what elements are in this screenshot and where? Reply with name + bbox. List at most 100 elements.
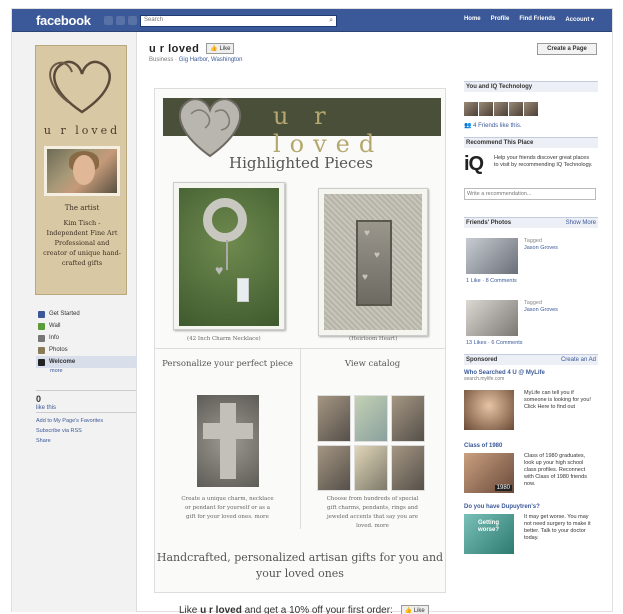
likes-label[interactable]: like this <box>36 405 136 411</box>
notifications-icon[interactable] <box>128 16 137 25</box>
sidebar-item-info[interactable]: Info <box>36 332 137 344</box>
friend-photo-image[interactable] <box>466 300 518 336</box>
ring-shape <box>203 198 247 242</box>
ad-title[interactable]: Class of 1980 <box>464 443 598 449</box>
chain-shape <box>226 240 228 270</box>
hearts-icon <box>49 60 111 114</box>
ad-class-1980[interactable]: Class of 1980 1980 Class of 1980 graduat… <box>464 443 598 499</box>
page-location[interactable]: Gig Harbor, Washington <box>179 57 243 63</box>
ad-dupuytrens[interactable]: Do you have Dupuytren's? Getting worse? … <box>464 504 598 560</box>
catalog-title[interactable]: View catalog <box>300 359 445 370</box>
heirloom-heart-photo[interactable]: ♥ ♥ ♥ <box>318 188 428 336</box>
profile-brand: u r loved <box>43 124 121 137</box>
nav-label: Photos <box>49 347 68 353</box>
nav-home[interactable]: Home <box>464 16 481 23</box>
catalog-thumb <box>354 395 388 442</box>
artist-description: Kim Tisch - Independent Fine Art Profess… <box>43 219 121 267</box>
offer-before: Like <box>179 605 201 614</box>
sidebar-item-welcome[interactable]: Welcome <box>36 356 137 368</box>
create-page-button[interactable]: Create a Page <box>537 43 597 55</box>
catalog-thumb <box>354 444 388 491</box>
share-link[interactable]: Share <box>36 436 136 446</box>
ad-text: MyLife can tell you if someone is lookin… <box>524 390 591 410</box>
create-ad-link[interactable]: Create an Ad <box>561 357 596 363</box>
friend-avatar[interactable] <box>464 102 478 116</box>
catalog-thumb <box>391 395 425 442</box>
catalog-text: Choose from hundreds of special gift cha… <box>326 496 419 529</box>
friend-photo-image[interactable] <box>466 238 518 274</box>
recommendation-input[interactable] <box>464 188 596 200</box>
recommend-box: iQ Help your friends discover great plac… <box>464 153 598 217</box>
friend-avatar[interactable] <box>494 102 508 116</box>
ad-image[interactable]: 1980 <box>464 453 514 493</box>
show-more-link[interactable]: Show More <box>566 220 596 226</box>
like-label: Like <box>413 608 425 614</box>
tagged-label: Tagged <box>524 238 543 244</box>
nav-label: Wall <box>49 323 61 329</box>
photos-icon <box>38 346 45 354</box>
caption-heirloom-heart: (Heirloom Heart) <box>349 336 398 342</box>
offer-brand: u r loved <box>200 605 242 614</box>
iq-icon <box>38 358 45 366</box>
nav-more-link[interactable]: more <box>36 368 137 377</box>
nav-find-friends[interactable]: Find Friends <box>519 16 555 23</box>
personalize-title[interactable]: Personalize your perfect piece <box>155 359 300 370</box>
sidebar-item-photos[interactable]: Photos <box>36 344 137 356</box>
friend-avatar[interactable] <box>524 102 538 116</box>
nav-profile[interactable]: Profile <box>491 16 510 23</box>
catalog-grid-image[interactable] <box>317 395 425 491</box>
cross-pendant-image[interactable] <box>197 395 259 487</box>
nav-label: Get Started <box>49 311 80 317</box>
friends-like-link[interactable]: 👥 4 Friends like this. <box>464 122 598 129</box>
facebook-logo[interactable]: facebook <box>36 13 91 28</box>
tagged-name[interactable]: Jason Groves <box>524 307 558 314</box>
sidebar-item-wall[interactable]: Wall <box>36 320 137 332</box>
heart-icon: ♥ <box>362 272 368 283</box>
flag-icon <box>38 310 45 318</box>
search-input[interactable]: Search ⌕ <box>140 15 337 27</box>
left-sidebar: u r loved The artist Kim Tisch - Indepen… <box>12 32 137 612</box>
add-favorites-link[interactable]: Add to My Page's Favorites <box>36 416 136 426</box>
ad-image[interactable]: Getting worse? <box>464 514 514 554</box>
ad-title[interactable]: Do you have Dupuytren's? <box>464 504 598 510</box>
top-nav: Home Profile Find Friends Account ▾ <box>464 16 594 23</box>
search-icon[interactable]: ⌕ <box>329 17 333 25</box>
charm-necklace-photo[interactable]: ♥ <box>173 182 285 330</box>
info-icon <box>38 334 45 342</box>
like-label: Like <box>219 46 231 52</box>
tagged-label: Tagged <box>524 300 543 306</box>
photo-stats[interactable]: 1 Like · 8 Comments <box>466 278 517 284</box>
profile-picture[interactable]: u r loved The artist Kim Tisch - Indepen… <box>35 45 127 295</box>
ad-image[interactable] <box>464 390 514 430</box>
photo-stats[interactable]: 13 Likes · 6 Comments <box>466 340 523 346</box>
personalize-text: Create a unique charm, necklace or penda… <box>181 496 274 520</box>
heart-icon: ♥ <box>364 228 370 239</box>
page-nav: Get Started Wall Info Photos Welcome mor… <box>36 308 137 377</box>
messages-icon[interactable] <box>116 16 125 25</box>
you-and-header: You and IQ Technology <box>464 81 598 92</box>
nav-label: Welcome <box>49 359 76 365</box>
catalog-thumb <box>317 395 351 442</box>
friend-avatar[interactable] <box>479 102 493 116</box>
ad-text: Class of 1980 graduates, look up your hi… <box>524 453 587 487</box>
ad-badge: Getting worse? <box>478 520 500 533</box>
page-subline: Business · Gig Harbor, Washington <box>149 57 243 63</box>
heart-pendant-icon <box>178 98 242 158</box>
offer-like-button[interactable]: 👍 Like <box>400 605 429 614</box>
page-like-button[interactable]: 👍 Like <box>206 43 235 54</box>
friends-photos-header: Friends' Photos Show More <box>464 217 598 228</box>
nav-account[interactable]: Account ▾ <box>565 16 594 23</box>
right-sidebar: You and IQ Technology 👥 4 Friends like t… <box>464 81 598 560</box>
friend-photo-1: Tagged Jason Groves 1 Like · 8 Comments <box>464 234 598 286</box>
photo-tag: Tagged Jason Groves <box>524 300 558 314</box>
tagged-name[interactable]: Jason Groves <box>524 245 558 252</box>
friend-avatar[interactable] <box>509 102 523 116</box>
ad-text: It may get worse. You may not need surge… <box>524 514 591 541</box>
sidebar-item-get-started[interactable]: Get Started <box>36 308 137 320</box>
crystal-shape <box>237 278 249 302</box>
tagline: Handcrafted, personalized artisan gifts … <box>156 551 444 580</box>
subscribe-rss-link[interactable]: Subscribe via RSS <box>36 426 136 436</box>
friend-requests-icon[interactable] <box>104 16 113 25</box>
likes-block: 0 like this <box>36 390 136 411</box>
ad-mylife[interactable]: Who Searched 4 U @ MyLife search.mylife.… <box>464 370 598 438</box>
